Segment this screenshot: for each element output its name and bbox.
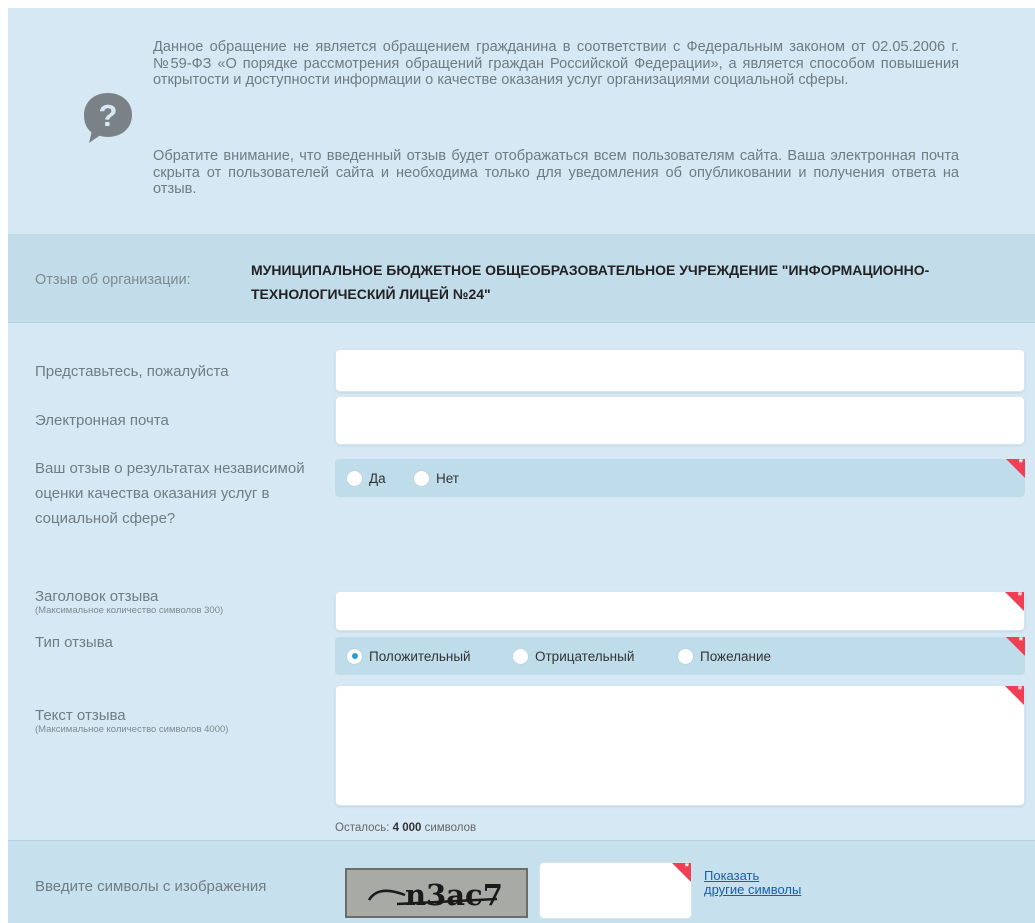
char-counter-value: 4 000: [392, 822, 422, 834]
svg-text:?: ?: [99, 98, 118, 133]
radio-option-label: Нет: [436, 470, 459, 486]
required-asterisk: *: [1017, 590, 1022, 602]
title-hint: (Максимальное количество символов 300): [35, 605, 224, 616]
required-asterisk: *: [1018, 457, 1023, 469]
radio-option-wish[interactable]: Пожелание: [678, 637, 771, 675]
notice-paragraph-visibility: Обратите внимание, что введенный отзыв б…: [153, 148, 959, 197]
refresh-captcha-line2: другие символы: [704, 882, 802, 897]
required-asterisk: *: [1018, 635, 1023, 647]
review-text-hint: (Максимальное количество символов 4000): [35, 724, 229, 735]
organization-row: Отзыв об организации: МУНИЦИПАЛЬНОЕ БЮДЖ…: [8, 234, 1035, 323]
review-type-label: Тип отзыва: [35, 634, 113, 651]
independent-eval-label: Ваш отзыв о результатах независимой оцен…: [35, 460, 305, 527]
radio-button[interactable]: [513, 648, 528, 664]
radio-button[interactable]: [347, 470, 362, 486]
name-input[interactable]: [335, 349, 1025, 392]
title-input[interactable]: [336, 592, 1028, 632]
captcha-text: n3ac7: [405, 878, 503, 912]
review-text-area[interactable]: [336, 686, 1028, 809]
title-label: Заголовок отзыва: [35, 588, 159, 605]
char-counter-prefix: Осталось:: [335, 822, 390, 834]
notice-paragraph-legal: Данное обращение не является обращением …: [153, 39, 959, 88]
email-label: Электронная почта: [35, 412, 169, 429]
review-text-label: Текст отзыва: [35, 707, 126, 724]
radio-option-no[interactable]: Нет: [414, 459, 459, 497]
refresh-captcha-line1: Показать: [704, 868, 760, 883]
char-counter-suffix: символов: [424, 822, 477, 834]
radio-button[interactable]: [414, 470, 429, 486]
email-input[interactable]: [335, 396, 1025, 445]
refresh-captcha-link[interactable]: Показать другие символы: [704, 869, 801, 897]
radio-option-negative[interactable]: Отрицательный: [513, 637, 634, 675]
required-asterisk: *: [1017, 684, 1022, 696]
name-label: Представьтесь, пожалуйста: [35, 363, 229, 380]
captcha-image: n3ac7: [345, 868, 528, 918]
title-input-wrapper: *: [335, 590, 1028, 632]
review-text-wrapper: *: [335, 684, 1028, 809]
char-counter: Осталось: 4 000 символов: [335, 822, 476, 834]
radio-button[interactable]: [678, 648, 693, 664]
radio-option-label: Да: [369, 470, 386, 486]
radio-button-selected[interactable]: [347, 648, 362, 664]
required-asterisk: *: [684, 861, 689, 873]
radio-option-positive[interactable]: Положительный: [347, 637, 471, 675]
captcha-row: Введите символы с изображения n3ac7 * По…: [8, 840, 1035, 923]
review-type-radio-group: Положительный Отрицательный Пожелание *: [335, 635, 1025, 675]
notice-block: ? Данное обращение не является обращение…: [8, 8, 1035, 234]
captcha-drawing: n3ac7: [367, 878, 503, 912]
radio-option-label: Положительный: [369, 648, 471, 664]
radio-option-label: Отрицательный: [535, 648, 635, 664]
captcha-input-wrapper: *: [539, 861, 695, 920]
captcha-label: Введите символы с изображения: [35, 878, 267, 895]
organization-name: МУНИЦИПАЛЬНОЕ БЮДЖЕТНОЕ ОБЩЕОБРАЗОВАТЕЛЬ…: [251, 262, 930, 302]
radio-option-label: Пожелание: [700, 648, 772, 664]
organization-label: Отзыв об организации:: [35, 272, 191, 288]
independent-eval-radio-group: Да Нет *: [335, 457, 1025, 497]
radio-option-yes[interactable]: Да: [347, 459, 386, 497]
question-bubble-icon: ?: [84, 93, 132, 143]
review-form-panel: ? Данное обращение не является обращение…: [8, 8, 1035, 923]
